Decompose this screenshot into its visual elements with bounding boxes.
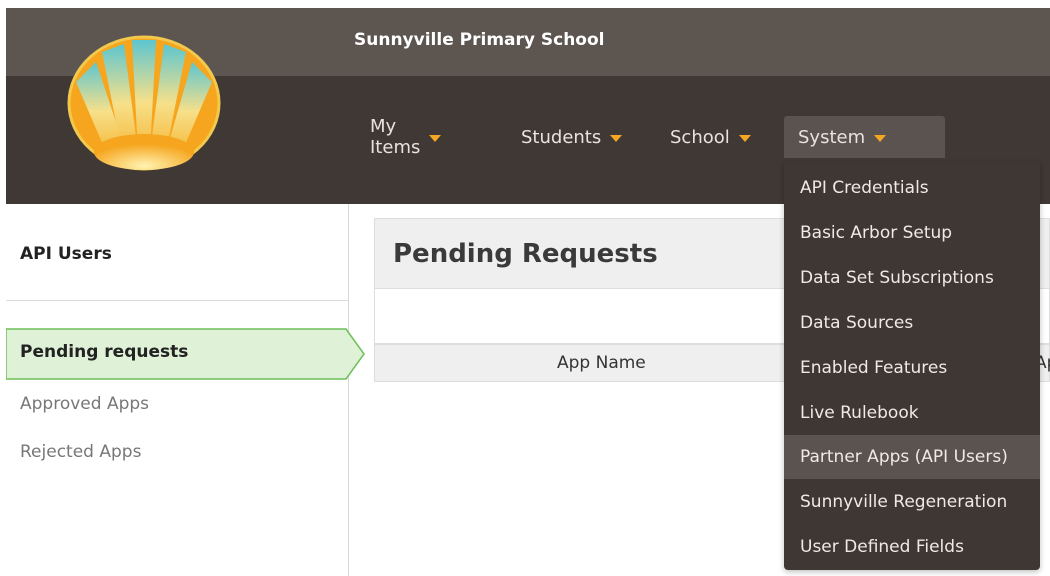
- page-title: Pending Requests: [393, 239, 658, 269]
- menu-item-api-credentials[interactable]: API Credentials: [784, 166, 1040, 210]
- menu-item-data-set-subscriptions[interactable]: Data Set Subscriptions: [784, 256, 1040, 300]
- sidebar-divider: [6, 300, 348, 301]
- menu-item-sunnyville-regeneration[interactable]: Sunnyville Regeneration: [784, 480, 1040, 524]
- caret-down-icon: [429, 134, 442, 142]
- menu-item-live-rulebook[interactable]: Live Rulebook: [784, 391, 1040, 435]
- sidebar-item-approved-apps[interactable]: Approved Apps: [20, 394, 149, 414]
- nav-students-label: Students: [521, 126, 602, 148]
- sidebar-item-rejected-apps[interactable]: Rejected Apps: [20, 442, 141, 462]
- top-strip: [0, 0, 1050, 8]
- sidebar-item-pending-requests[interactable]: Pending requests: [6, 328, 348, 380]
- column-header-app-name[interactable]: App Name: [557, 353, 646, 373]
- sunburst-logo[interactable]: [66, 34, 222, 172]
- caret-down-icon: [610, 134, 623, 142]
- nav-school[interactable]: School: [670, 116, 751, 158]
- menu-item-data-sources[interactable]: Data Sources: [784, 301, 1040, 345]
- nav-system-label: System: [798, 126, 866, 148]
- nav-school-label: School: [670, 126, 730, 148]
- nav-system[interactable]: System: [784, 116, 945, 158]
- sidebar-title: API Users: [20, 244, 112, 264]
- sidebar: API Users Pending requests Approved Apps…: [6, 204, 365, 576]
- school-name: Sunnyville Primary School: [354, 30, 605, 50]
- nav-my-items[interactable]: My Items: [370, 116, 442, 158]
- nav-students[interactable]: Students: [521, 116, 623, 158]
- nav-my-items-label: My Items: [370, 116, 421, 158]
- sidebar-item-label: Pending requests: [20, 342, 189, 362]
- caret-down-icon: [738, 134, 751, 142]
- menu-item-basic-arbor-setup[interactable]: Basic Arbor Setup: [784, 211, 1040, 255]
- menu-item-user-defined-fields[interactable]: User Defined Fields: [784, 525, 1040, 569]
- menu-item-partner-apps[interactable]: Partner Apps (API Users): [784, 435, 1040, 479]
- system-dropdown-menu: API Credentials Basic Arbor Setup Data S…: [784, 162, 1040, 570]
- caret-down-icon: [874, 134, 887, 142]
- menu-item-enabled-features[interactable]: Enabled Features: [784, 346, 1040, 390]
